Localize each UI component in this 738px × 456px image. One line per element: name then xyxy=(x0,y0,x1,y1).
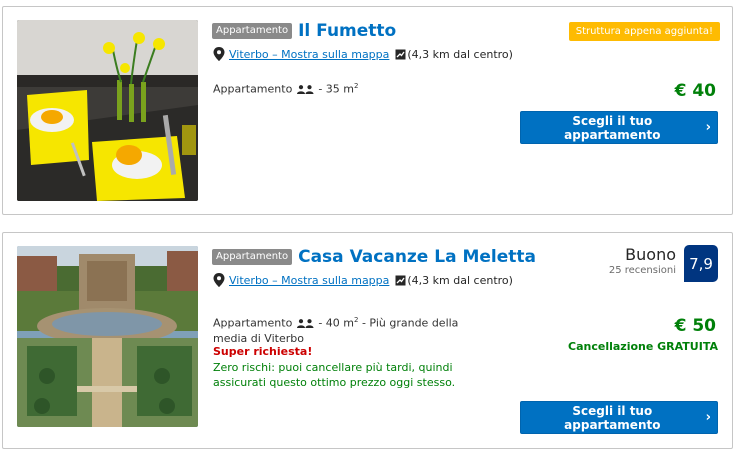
unit-size-sup: 2 xyxy=(354,82,359,90)
review-score-words: Buono 25 recensioni xyxy=(609,245,676,276)
distance-text: (4,3 km dal centro) xyxy=(407,273,513,287)
property-name-link[interactable]: Il Fumetto xyxy=(298,21,396,41)
distance-text: (4,3 km dal centro) xyxy=(407,47,513,61)
type-badge: Appartamento xyxy=(212,249,293,265)
chevron-right-icon: › xyxy=(705,410,711,425)
choose-apartment-button[interactable]: Scegli il tuo appartamento › xyxy=(520,111,718,144)
review-count: 25 recensioni xyxy=(608,265,676,276)
title-row: Appartamento Il Fumetto xyxy=(212,21,396,41)
new-property-badge: Struttura appena aggiunta! xyxy=(568,22,720,41)
unit-details: Appartamento - 40 m2 - Più grande della … xyxy=(213,313,483,346)
two-people-icon xyxy=(296,319,314,329)
property-name-link[interactable]: Casa Vacanze La Meletta xyxy=(298,247,536,267)
unit-details: Appartamento - 35 m2 xyxy=(213,79,358,97)
price: € 50 xyxy=(674,316,716,336)
type-badge: Appartamento xyxy=(212,23,293,39)
free-cancellation-label: Cancellazione GRATUITA xyxy=(568,340,718,353)
high-demand-label: Super richiesta! xyxy=(213,345,313,358)
unit-size: - 40 m xyxy=(318,316,354,330)
property-card: Appartamento Il Fumetto Viterbo – Mostra… xyxy=(2,6,733,215)
location-row: Viterbo – Mostra sulla mappa (4,3 km dal… xyxy=(213,273,513,287)
title-row: Appartamento Casa Vacanze La Meletta xyxy=(212,247,536,267)
show-on-map-link[interactable]: Viterbo – Mostra sulla mappa xyxy=(229,48,389,61)
distance-icon xyxy=(395,275,406,285)
chevron-right-icon: › xyxy=(705,120,711,135)
location-row: Viterbo – Mostra sulla mappa (4,3 km dal… xyxy=(213,47,513,61)
unit-type: Appartamento xyxy=(213,82,293,96)
map-pin-icon xyxy=(213,47,225,61)
choose-apartment-button[interactable]: Scegli il tuo appartamento › xyxy=(520,401,718,434)
price: € 40 xyxy=(674,81,716,101)
two-people-icon xyxy=(296,85,314,95)
property-photo[interactable] xyxy=(17,246,198,427)
unit-size: - 35 m xyxy=(318,82,354,96)
unit-size-sup: 2 xyxy=(354,316,359,324)
score-badge: 7,9 xyxy=(684,245,718,282)
map-pin-icon xyxy=(213,273,225,287)
review-score[interactable]: Buono 25 recensioni 7,9 xyxy=(609,245,718,282)
choose-apartment-label: Scegli il tuo appartamento xyxy=(564,113,661,142)
property-card: Appartamento Casa Vacanze La Meletta Vit… xyxy=(2,232,733,449)
unit-type: Appartamento xyxy=(213,316,293,330)
no-risk-note: Zero rischi: puoi cancellare più tardi, … xyxy=(213,361,456,389)
choose-apartment-label: Scegli il tuo appartamento xyxy=(564,403,661,432)
distance-icon xyxy=(395,49,406,59)
property-photo[interactable] xyxy=(17,20,198,201)
score-word: Buono xyxy=(625,245,676,264)
show-on-map-link[interactable]: Viterbo – Mostra sulla mappa xyxy=(229,274,389,287)
